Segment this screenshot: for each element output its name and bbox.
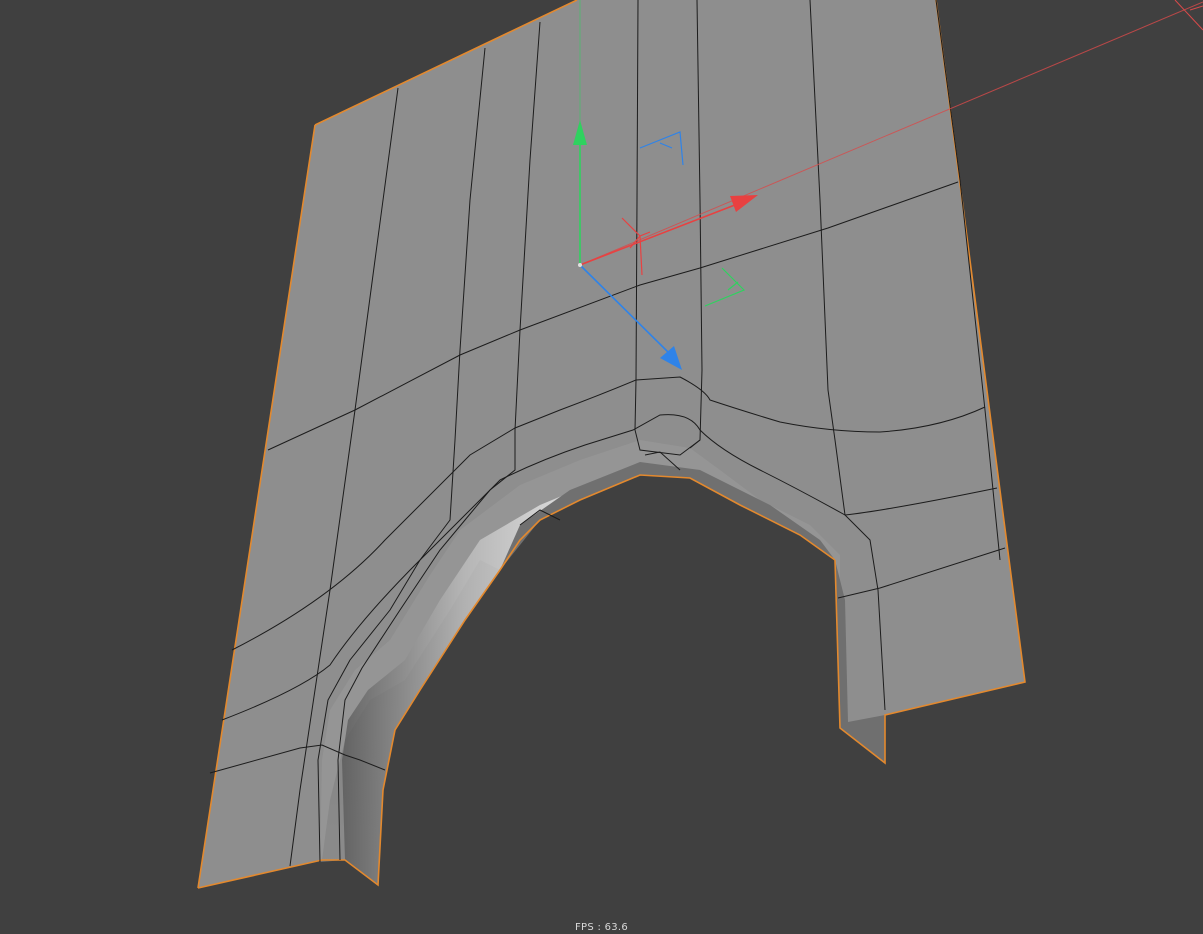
viewport-canvas[interactable]	[0, 0, 1203, 934]
mesh-object[interactable]	[197, 0, 1026, 889]
gizmo-origin[interactable]	[578, 263, 582, 267]
fps-counter: FPS : 63.6	[574, 922, 629, 933]
x-axis-corner-icon	[1174, 0, 1203, 31]
mesh-face	[198, 0, 1025, 888]
3d-viewport[interactable]: FPS : 63.6	[0, 0, 1203, 934]
